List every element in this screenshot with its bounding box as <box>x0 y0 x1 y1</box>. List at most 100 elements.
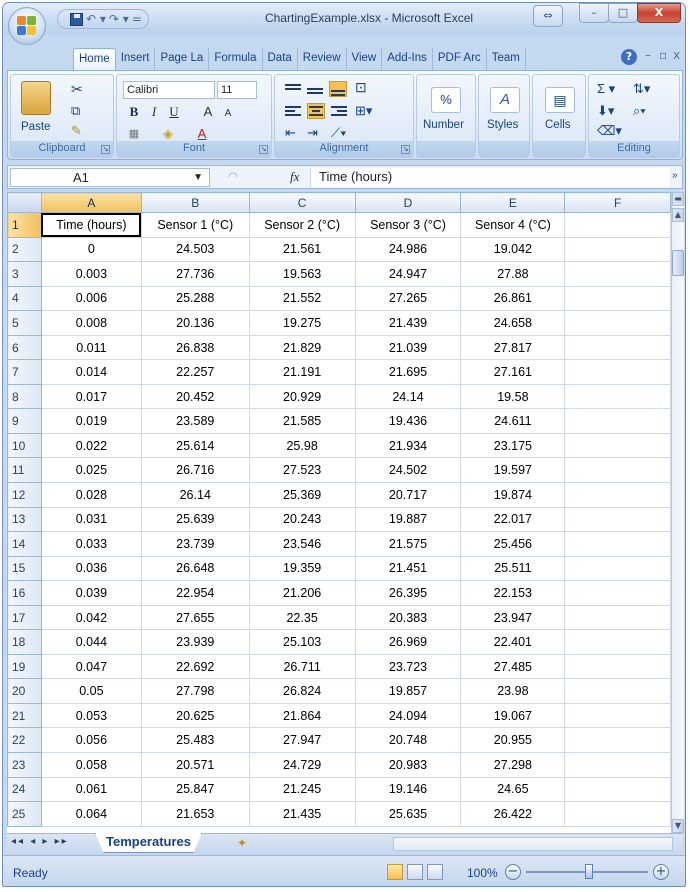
data-cell[interactable]: 23.175 <box>460 432 566 459</box>
data-cell[interactable]: 19.874 <box>460 482 566 508</box>
worksheet-grid[interactable]: A B C D E F 1 Time (hours) Sensor 1 (°C) Se… <box>7 192 671 833</box>
font-name-box[interactable]: Calibri <box>123 81 215 99</box>
data-cell[interactable]: 21.561 <box>248 236 356 263</box>
data-cell[interactable]: 25.456 <box>460 531 566 557</box>
font-dialog-launcher-icon[interactable]: ↘ <box>259 145 268 154</box>
data-cell[interactable]: 22.257 <box>140 359 250 385</box>
data-cell[interactable]: 0 <box>40 236 142 263</box>
maximize-button[interactable]: □ <box>608 3 638 23</box>
data-cell[interactable]: 25.98 <box>248 432 356 459</box>
grow-font-button[interactable]: A <box>199 103 217 121</box>
tab-page-layout[interactable]: Page La <box>155 48 210 70</box>
data-cell[interactable]: 25.635 <box>354 801 462 827</box>
empty-cell[interactable] <box>564 432 671 459</box>
data-cell[interactable]: 21.653 <box>140 801 250 827</box>
data-cell[interactable]: 24.65 <box>460 776 566 803</box>
tab-data[interactable]: Data <box>263 48 298 70</box>
data-cell[interactable]: 19.563 <box>248 261 356 287</box>
decrease-indent-icon[interactable]: ⇤ <box>285 125 296 141</box>
header-cell[interactable]: Sensor 3 (°C) <box>354 212 462 238</box>
header-cell[interactable]: Sensor 2 (°C) <box>248 212 356 238</box>
data-cell[interactable]: 25.369 <box>248 482 356 508</box>
tab-add-ins[interactable]: Add-Ins <box>382 48 433 70</box>
data-cell[interactable]: 27.88 <box>460 261 566 287</box>
data-cell[interactable]: 24.094 <box>354 702 462 729</box>
ribbon-minimize-icon[interactable]: – <box>645 48 651 62</box>
empty-cell[interactable] <box>564 604 671 631</box>
data-cell[interactable]: 20.955 <box>460 727 566 754</box>
data-cell[interactable]: 25.614 <box>140 432 250 459</box>
data-cell[interactable]: 26.422 <box>460 801 566 827</box>
empty-cell[interactable] <box>564 555 671 582</box>
bold-button[interactable]: B <box>125 103 143 121</box>
data-cell[interactable]: 0.028 <box>40 482 142 508</box>
data-cell[interactable]: 19.275 <box>248 310 356 336</box>
row-header[interactable]: 3 <box>7 261 42 287</box>
data-cell[interactable]: 22.017 <box>460 506 566 533</box>
data-cell[interactable]: 24.986 <box>354 236 462 263</box>
align-left-icon[interactable] <box>285 105 301 119</box>
ribbon-restore-icon[interactable]: ▫ <box>659 48 667 62</box>
data-cell[interactable]: 0.008 <box>40 310 142 336</box>
data-cell[interactable]: 21.439 <box>354 310 462 336</box>
data-cell[interactable]: 22.35 <box>248 604 356 631</box>
row-header[interactable]: 8 <box>7 383 42 410</box>
empty-cell[interactable] <box>564 678 671 704</box>
data-cell[interactable]: 22.153 <box>460 580 566 606</box>
column-header-a[interactable]: A <box>40 192 142 213</box>
data-cell[interactable]: 0.025 <box>40 457 142 484</box>
find-select-button[interactable]: ⌕▾ <box>633 103 646 119</box>
select-all-button[interactable] <box>7 192 42 213</box>
row-header[interactable]: 25 <box>7 801 42 827</box>
styles-icon[interactable]: A <box>490 87 520 113</box>
data-cell[interactable]: 19.042 <box>460 236 566 263</box>
data-cell[interactable]: 21.451 <box>354 555 462 582</box>
styles-button[interactable]: Styles <box>487 119 518 131</box>
scroll-down-icon[interactable]: ▼ <box>672 819 684 833</box>
fill-icon[interactable]: ⬇▾ <box>597 103 614 119</box>
row-header[interactable]: 24 <box>7 776 42 803</box>
data-cell[interactable]: 19.067 <box>460 702 566 729</box>
data-cell[interactable]: 21.245 <box>248 776 356 803</box>
data-cell[interactable]: 20.243 <box>248 506 356 533</box>
data-cell[interactable]: 24.502 <box>354 457 462 484</box>
data-cell[interactable]: 22.692 <box>140 653 250 680</box>
data-cell[interactable]: 0.019 <box>40 408 142 434</box>
data-cell[interactable]: 27.817 <box>460 334 566 361</box>
data-cell[interactable]: 19.146 <box>354 776 462 803</box>
align-middle-icon[interactable] <box>307 83 323 97</box>
empty-cell[interactable] <box>564 752 671 778</box>
help-icon[interactable]: ? <box>621 49 637 65</box>
row-header[interactable]: 23 <box>7 752 42 778</box>
column-header-f[interactable]: F <box>564 192 671 213</box>
tab-insert[interactable]: Insert <box>116 48 156 70</box>
align-center-icon[interactable] <box>307 103 325 119</box>
font-size-box[interactable]: 11 <box>217 81 257 99</box>
empty-cell[interactable] <box>564 580 671 606</box>
empty-cell[interactable] <box>564 359 671 385</box>
header-cell[interactable]: Time (hours) <box>40 212 142 238</box>
data-cell[interactable]: 23.739 <box>140 531 250 557</box>
data-cell[interactable]: 24.729 <box>248 752 356 778</box>
data-cell[interactable]: 21.575 <box>354 531 462 557</box>
paste-label[interactable]: Paste <box>21 121 50 133</box>
data-cell[interactable]: 24.658 <box>460 310 566 336</box>
row-header[interactable]: 19 <box>7 653 42 680</box>
row-header[interactable]: 20 <box>7 678 42 704</box>
merge-center-icon[interactable]: ⊞▾ <box>355 103 372 119</box>
data-cell[interactable]: 20.383 <box>354 604 462 631</box>
data-cell[interactable]: 26.716 <box>140 457 250 484</box>
data-cell[interactable]: 25.103 <box>248 629 356 655</box>
data-cell[interactable]: 27.736 <box>140 261 250 287</box>
data-cell[interactable]: 22.954 <box>140 580 250 606</box>
tab-formulas[interactable]: Formula <box>209 48 263 70</box>
data-cell[interactable]: 24.947 <box>354 261 462 287</box>
data-cell[interactable]: 0.033 <box>40 531 142 557</box>
empty-cell[interactable] <box>564 310 671 336</box>
data-cell[interactable]: 20.452 <box>140 383 250 410</box>
data-cell[interactable]: 21.695 <box>354 359 462 385</box>
data-cell[interactable]: 26.824 <box>248 678 356 704</box>
data-cell[interactable]: 27.798 <box>140 678 250 704</box>
column-header-b[interactable]: B <box>140 192 250 213</box>
split-box-icon[interactable]: ▬ <box>672 192 684 206</box>
